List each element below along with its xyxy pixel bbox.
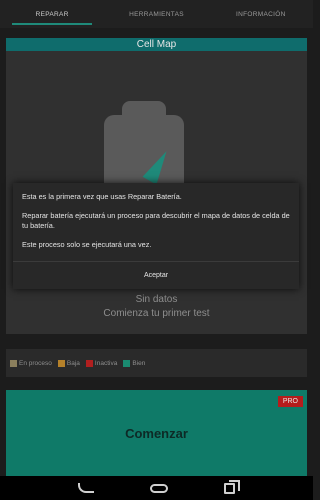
- legend-swatch: [123, 359, 131, 367]
- dialog-paragraph-1: Esta es la primera vez que usas Reparar …: [22, 192, 182, 201]
- accept-button[interactable]: Aceptar: [13, 262, 299, 289]
- legend-item-inactiva: Inactiva: [85, 359, 118, 367]
- start-button[interactable]: Comenzar PRO: [6, 390, 307, 476]
- dialog-paragraph-3: Este proceso solo se ejecutará una vez.: [22, 240, 152, 249]
- legend-item-bien: Bien: [123, 359, 146, 367]
- cell-legend: En proceso Baja Inactiva Bien: [6, 349, 307, 377]
- legend-swatch: [57, 359, 65, 367]
- legend-label: En proceso: [19, 359, 52, 367]
- empty-state-subtitle: Comienza tu primer test: [103, 308, 210, 319]
- tab-informacion[interactable]: INFORMACIÓN: [209, 0, 313, 28]
- legend-label: Bien: [132, 359, 146, 367]
- dialog-message: Esta es la primera vez que usas Reparar …: [13, 183, 299, 250]
- legend-label: Baja: [66, 359, 80, 367]
- legend-item-baja: Baja: [57, 359, 80, 367]
- tab-herramientas[interactable]: HERRAMIENTAS: [104, 0, 208, 28]
- legend-swatch: [10, 359, 17, 367]
- start-button-label: Comenzar: [125, 425, 188, 441]
- legend-item-en-proceso: En proceso: [10, 359, 52, 367]
- pro-badge: PRO: [277, 396, 303, 407]
- first-run-dialog: Esta es la primera vez que usas Reparar …: [13, 183, 299, 289]
- empty-state-title: Sin datos: [135, 294, 178, 305]
- legend-label: Inactiva: [94, 359, 118, 367]
- tab-reparar[interactable]: REPARAR: [0, 0, 104, 28]
- cell-map-title: Cell Map: [6, 38, 307, 51]
- back-icon[interactable]: [78, 483, 94, 493]
- system-nav-bar: [0, 476, 313, 500]
- tab-bar: REPARAR HERRAMIENTAS INFORMACIÓN: [0, 0, 313, 28]
- recent-apps-icon[interactable]: [224, 479, 240, 494]
- legend-swatch: [85, 359, 93, 367]
- home-icon[interactable]: [150, 483, 168, 493]
- dialog-paragraph-2: Reparar batería ejecutará un proceso par…: [22, 211, 290, 230]
